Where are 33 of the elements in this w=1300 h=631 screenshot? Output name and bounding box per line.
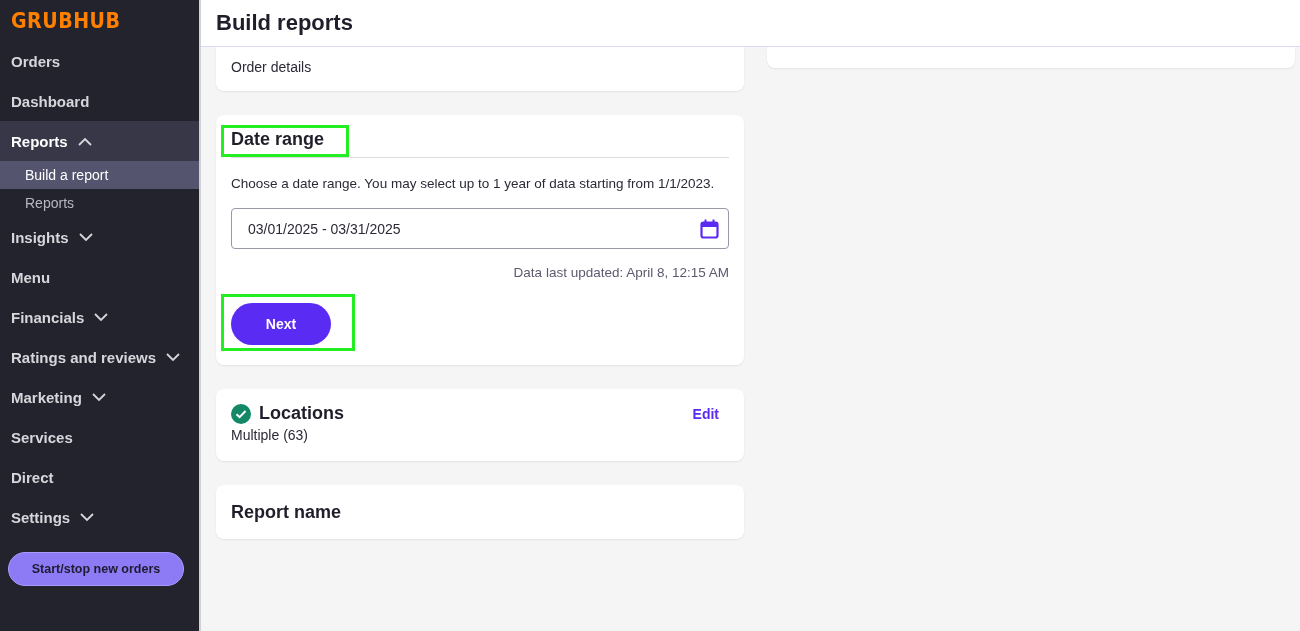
next-button[interactable]: Next: [231, 303, 331, 345]
nav-item[interactable]: Services: [0, 417, 199, 457]
nav-item[interactable]: Settings: [0, 497, 199, 537]
nav-item[interactable]: Financials: [0, 297, 199, 337]
last-updated-text: Data last updated: April 8, 12:15 AM: [512, 265, 729, 280]
page-title: Build reports: [216, 10, 353, 36]
card-title: Locations: [259, 403, 344, 424]
nav-item[interactable]: Reports: [0, 121, 199, 161]
grubhub-logo[interactable]: GRUBHUB: [0, 0, 199, 44]
nav-item[interactable]: Ratings and reviews: [0, 337, 199, 377]
nav-subitem[interactable]: Build a report: [0, 161, 199, 189]
calendar-icon: [700, 218, 719, 239]
edit-link[interactable]: Edit: [692, 405, 719, 422]
nav-subitem[interactable]: Reports: [0, 189, 199, 217]
chevron-down-icon: [78, 232, 93, 242]
chevron-down-icon: [91, 392, 106, 402]
nav-item[interactable]: Direct: [0, 457, 199, 497]
chevron-up-icon: [77, 136, 92, 146]
nav-item[interactable]: Dashboard: [0, 81, 199, 121]
nav-item[interactable]: Marketing: [0, 377, 199, 417]
card-subtitle: Order details: [231, 59, 313, 75]
description-text: Choose a date range. You may select up to 1 year of data starting from 1/1/2023.: [231, 175, 716, 193]
nav-item[interactable]: Menu: [0, 257, 199, 297]
card-subtitle: Multiple (63): [231, 427, 310, 443]
card-title: Report name: [231, 501, 342, 523]
card-title: Date range: [231, 129, 325, 150]
date-range-field[interactable]: 03/01/2025 - 03/31/2025: [231, 208, 729, 249]
chevron-down-icon: [94, 312, 109, 322]
chevron-down-icon: [166, 352, 181, 362]
start-stop-orders-button[interactable]: Start/stop new orders: [8, 552, 184, 586]
nav-item[interactable]: Orders: [0, 41, 199, 81]
nav-item[interactable]: Insights: [0, 217, 199, 257]
chevron-down-icon: [80, 512, 95, 522]
